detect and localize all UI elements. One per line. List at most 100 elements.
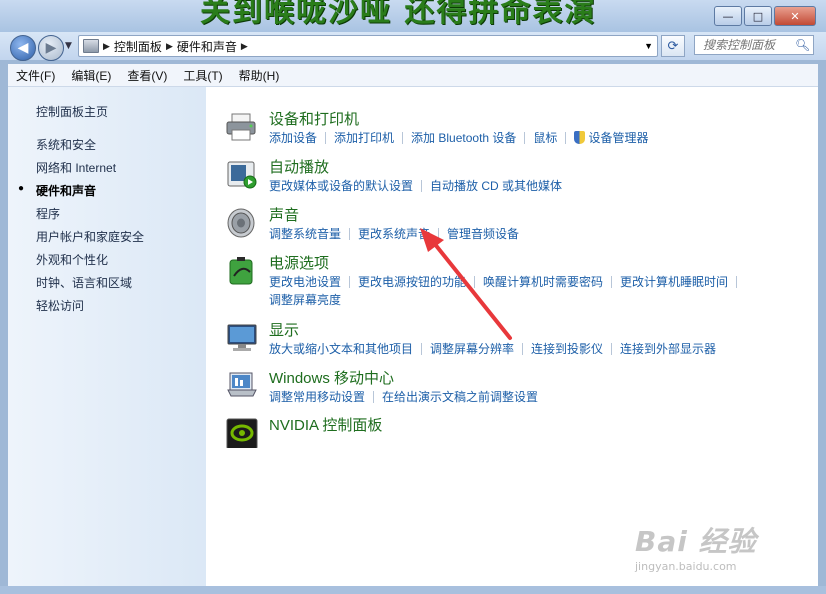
- menu-help[interactable]: 帮助(H): [231, 67, 288, 84]
- link-divider: [611, 342, 613, 355]
- task-link[interactable]: 调整屏幕亮度: [269, 291, 341, 308]
- autoplay-icon[interactable]: [226, 160, 258, 190]
- left-nav-pane: 控制面板主页 系统和安全 网络和 Internet ● 硬件和声音 程序 用户帐…: [8, 87, 206, 586]
- task-link[interactable]: 管理音频设备: [447, 225, 519, 242]
- back-button[interactable]: ◀: [10, 35, 36, 61]
- link-divider: [402, 131, 404, 144]
- task-links: 调整系统音量 更改系统声音 管理音频设备: [269, 225, 519, 242]
- watermark-logo: Bai 经验: [635, 525, 757, 558]
- link-divider: [565, 131, 567, 144]
- control-panel-icon: [83, 39, 99, 53]
- category-title[interactable]: 电源选项: [269, 252, 329, 273]
- shield-icon: [574, 131, 586, 144]
- address-bar[interactable]: ▶ 控制面板 ▶ 硬件和声音 ▶ ▼: [78, 35, 658, 57]
- menu-tools[interactable]: 工具(T): [175, 67, 230, 84]
- refresh-button[interactable]: ⟳: [661, 35, 685, 57]
- nav-control-panel-home[interactable]: 控制面板主页: [36, 103, 108, 120]
- menu-edit[interactable]: 编辑(E): [63, 67, 119, 84]
- category-title[interactable]: 设备和打印机: [269, 108, 359, 129]
- task-link[interactable]: 添加 Bluetooth 设备: [411, 129, 516, 146]
- task-links: 添加设备 添加打印机 添加 Bluetooth 设备 鼠标 设备管理器: [269, 129, 648, 146]
- link-divider: [611, 275, 613, 288]
- breadcrumb-hardware-sound[interactable]: 硬件和声音: [177, 38, 237, 55]
- nav-ease-of-access[interactable]: 轻松访问: [36, 297, 84, 314]
- task-link[interactable]: 添加设备: [269, 129, 317, 146]
- task-links: 调整常用移动设置 在给出演示文稿之前调整设置: [269, 388, 538, 405]
- task-link[interactable]: 调整系统音量: [269, 225, 341, 242]
- task-link[interactable]: 连接到投影仪: [531, 340, 603, 357]
- maximize-button[interactable]: □: [744, 6, 772, 26]
- forward-button[interactable]: ▶: [38, 35, 64, 61]
- minimize-button[interactable]: —: [714, 6, 742, 26]
- current-item-bullet: ●: [18, 183, 25, 194]
- category-title[interactable]: 自动播放: [269, 156, 329, 177]
- printer-icon[interactable]: [226, 112, 258, 142]
- address-dropdown-icon[interactable]: ▼: [644, 41, 653, 51]
- task-link[interactable]: 调整常用移动设置: [269, 388, 365, 405]
- navigation-bar: ◀ ▶ ▼ ▶ 控制面板 ▶ 硬件和声音 ▶ ▼ ⟳ 🔍︎: [0, 32, 826, 61]
- task-link[interactable]: 更改计算机睡眠时间: [620, 273, 728, 290]
- link-divider: [736, 275, 738, 288]
- link-divider: [325, 131, 327, 144]
- task-link[interactable]: 更改电池设置: [269, 273, 341, 290]
- nav-clock-language[interactable]: 时钟、语言和区域: [36, 274, 132, 291]
- task-link[interactable]: 更改系统声音: [358, 225, 430, 242]
- task-link[interactable]: 调整屏幕分辨率: [430, 340, 514, 357]
- category-title[interactable]: Windows 移动中心: [269, 367, 394, 388]
- link-divider: [349, 227, 351, 240]
- battery-icon[interactable]: [226, 256, 258, 286]
- task-link[interactable]: 更改电源按钮的功能: [358, 273, 466, 290]
- menu-bar: 文件(F) 编辑(E) 查看(V) 工具(T) 帮助(H): [8, 64, 818, 87]
- search-icon[interactable]: 🔍︎: [795, 38, 810, 52]
- category-title[interactable]: 声音: [269, 204, 299, 225]
- window-controls: — □ ✕: [714, 6, 816, 26]
- banner-caption: 关到喉咙沙哑 还得拼命表演: [200, 0, 597, 29]
- nav-appearance[interactable]: 外观和个性化: [36, 251, 108, 268]
- task-link[interactable]: 放大或缩小文本和其他项目: [269, 340, 413, 357]
- task-link[interactable]: 自动播放 CD 或其他媒体: [430, 177, 562, 194]
- task-link[interactable]: 在给出演示文稿之前调整设置: [382, 388, 538, 405]
- breadcrumb-separator[interactable]: ▶: [103, 41, 110, 52]
- watermark-url: jingyan.baidu.com: [635, 560, 737, 573]
- nav-system-security[interactable]: 系统和安全: [36, 136, 96, 153]
- search-input[interactable]: [701, 37, 795, 53]
- main-content-pane: 设备和打印机 添加设备 添加打印机 添加 Bluetooth 设备 鼠标 设备管…: [206, 87, 818, 586]
- breadcrumb-separator[interactable]: ▶: [166, 41, 173, 52]
- menu-view[interactable]: 查看(V): [119, 67, 175, 84]
- nvidia-icon[interactable]: [226, 418, 258, 448]
- baidu-watermark: Bai 经验 jingyan.baidu.com: [635, 520, 757, 573]
- monitor-icon[interactable]: [226, 323, 258, 353]
- link-divider: [438, 227, 440, 240]
- breadcrumb-separator[interactable]: ▶: [241, 41, 248, 52]
- task-link[interactable]: 设备管理器: [588, 129, 648, 146]
- task-links: 放大或缩小文本和其他项目 调整屏幕分辨率 连接到投影仪 连接到外部显示器: [269, 340, 716, 357]
- link-divider: [524, 131, 526, 144]
- link-divider: [421, 179, 423, 192]
- task-links: 更改电池设置 更改电源按钮的功能 唤醒计算机时需要密码 更改计算机睡眠时间: [269, 273, 745, 290]
- task-link[interactable]: 唤醒计算机时需要密码: [483, 273, 603, 290]
- search-box[interactable]: 🔍︎: [694, 35, 814, 55]
- nav-hardware-sound[interactable]: 硬件和声音: [36, 182, 96, 199]
- link-divider: [421, 342, 423, 355]
- mobility-center-icon[interactable]: [226, 371, 258, 401]
- category-title[interactable]: 显示: [269, 319, 299, 340]
- category-title[interactable]: NVIDIA 控制面板: [269, 414, 382, 435]
- breadcrumb-control-panel[interactable]: 控制面板: [114, 38, 162, 55]
- title-bar: 关到喉咙沙哑 还得拼命表演 — □ ✕: [0, 0, 826, 32]
- speaker-icon[interactable]: [226, 208, 258, 238]
- nav-user-accounts[interactable]: 用户帐户和家庭安全: [36, 228, 144, 245]
- nav-programs[interactable]: 程序: [36, 205, 60, 222]
- recent-pages-dropdown[interactable]: ▼: [65, 41, 72, 51]
- nav-network-internet[interactable]: 网络和 Internet: [36, 159, 116, 176]
- link-divider: [373, 390, 375, 403]
- task-links: 调整屏幕亮度: [269, 291, 341, 308]
- task-link[interactable]: 鼠标: [533, 129, 557, 146]
- link-divider: [474, 275, 476, 288]
- task-link[interactable]: 连接到外部显示器: [620, 340, 716, 357]
- task-link[interactable]: 更改媒体或设备的默认设置: [269, 177, 413, 194]
- task-links: 更改媒体或设备的默认设置 自动播放 CD 或其他媒体: [269, 177, 562, 194]
- link-divider: [522, 342, 524, 355]
- menu-file[interactable]: 文件(F): [8, 67, 63, 84]
- task-link[interactable]: 添加打印机: [334, 129, 394, 146]
- close-button[interactable]: ✕: [774, 6, 816, 26]
